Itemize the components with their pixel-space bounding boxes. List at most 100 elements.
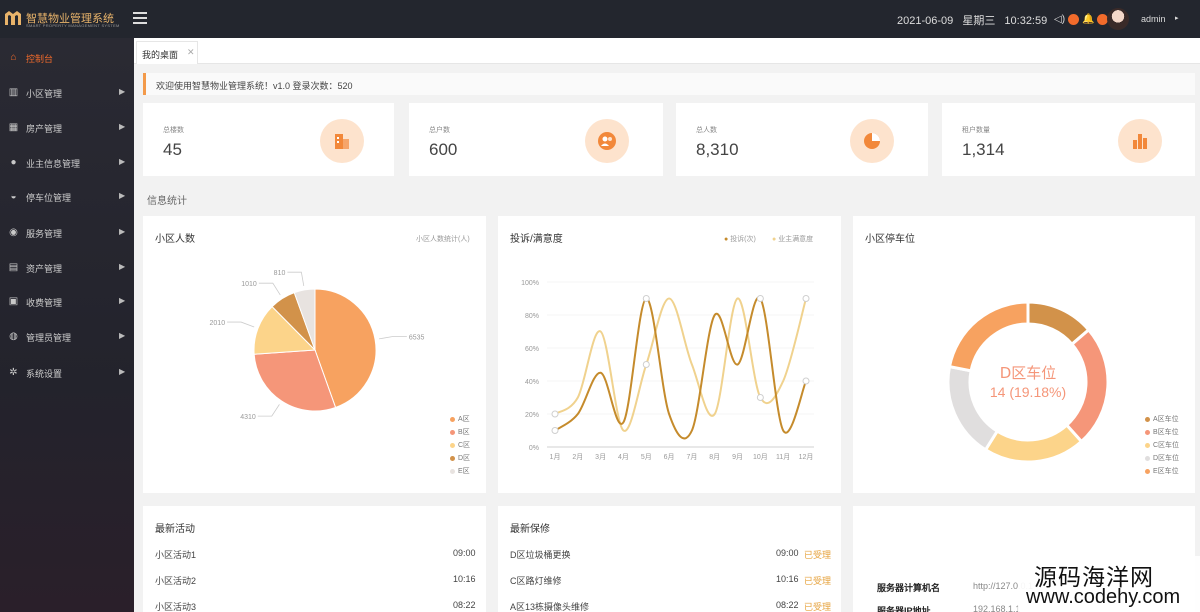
repairs-panel: 最新保修 D区垃圾桶更换 09:00 已受理 C区路灯维修 10:16 已受理 … (498, 506, 841, 612)
sidebar-item-service[interactable]: ◉ 服务管理 ▶ (0, 221, 134, 245)
legend-swatch (1145, 429, 1150, 435)
server-info-label: 服务器计算机名 (877, 583, 941, 593)
legend-label: B区车位 (1153, 429, 1179, 436)
repair-name[interactable]: A区13栋摄像头维修 (510, 600, 589, 612)
sidebar: ⌂ 控制台 ▥ 小区管理 ▶ ▦ 房产管理 ▶ ● 业主信息管理 ▶ ◒ 停车位… (0, 38, 134, 612)
legend-swatch (450, 442, 455, 448)
username[interactable]: admin (1141, 14, 1166, 24)
notification-badge[interactable] (1068, 13, 1080, 25)
legend-item[interactable]: C区 (450, 440, 470, 453)
stat-card-people: 总人数 8,310 (676, 103, 928, 176)
header-icons: ◁) 🔔 (1054, 11, 1109, 27)
donut-slice[interactable] (947, 300, 1030, 373)
y-tick-label: 100% (521, 280, 539, 287)
tab-label: 我的桌面 (142, 50, 179, 60)
donut-slice[interactable] (1064, 327, 1110, 444)
activity-name[interactable]: 小区活动3 (155, 600, 196, 612)
panel-title: 最新活动 (155, 524, 195, 535)
legend-item[interactable]: C区车位 (1145, 440, 1179, 453)
sidebar-item-owner[interactable]: ● 业主信息管理 ▶ (0, 151, 134, 175)
legend-item[interactable]: E区 (450, 466, 470, 479)
data-point[interactable] (756, 295, 764, 302)
sidebar-item-label: 系统设置 (26, 369, 63, 379)
pie-label-line (257, 404, 280, 417)
activity-time: 10:16 (453, 574, 476, 584)
x-tick-label: 2月 (572, 453, 583, 461)
legend-item[interactable]: B区 (450, 427, 470, 440)
watermark-url: www.codehy.com (1026, 586, 1181, 608)
legend-item[interactable]: E区车位 (1145, 466, 1179, 479)
x-tick-label: 3月 (595, 453, 606, 461)
activity-name[interactable]: 小区活动1 (155, 548, 196, 561)
chevron-right-icon: ▶ (119, 122, 126, 131)
pie-label-line (258, 282, 281, 296)
building-icon (320, 119, 364, 163)
legend-swatch (1145, 442, 1150, 448)
legend-item[interactable]: A区 (450, 414, 470, 427)
data-point[interactable] (551, 427, 559, 434)
sidebar-item-dashboard[interactable]: ⌂ 控制台 (0, 46, 134, 70)
tab-my-desktop[interactable]: 我的桌面 ✕ (136, 41, 198, 64)
close-icon[interactable]: ✕ (187, 47, 195, 58)
parking-donut-chart: D区车位 14 (19.18%) (946, 300, 1110, 464)
activity-name[interactable]: 小区活动2 (155, 574, 196, 587)
series-line[interactable] (554, 296, 807, 440)
asset-icon: ▤ (8, 262, 19, 273)
app-logo[interactable]: 智慧物业管理系统 SMART PROPERTY MANAGEMENT SYSTE… (4, 8, 134, 30)
avatar[interactable] (1107, 8, 1129, 30)
stat-card-households: 总户数 600 (409, 103, 663, 176)
legend-swatch (450, 455, 455, 461)
legend-item[interactable]: D区车位 (1145, 453, 1179, 466)
service-icon: ◉ (9, 227, 18, 238)
y-tick-label: 80% (525, 313, 539, 320)
sidebar-item-label: 收费管理 (26, 298, 63, 308)
repair-name[interactable]: D区垃圾桶更换 (510, 548, 571, 561)
data-point[interactable] (756, 394, 764, 401)
top-bar: 智慧物业管理系统 SMART PROPERTY MANAGEMENT SYSTE… (0, 0, 1200, 38)
x-tick-label: 6月 (664, 453, 675, 461)
sidebar-item-settings[interactable]: ✲ 系统设置 ▶ (0, 361, 134, 385)
legend-label: D区 (458, 455, 471, 462)
stat-value: 1,314 (962, 140, 1005, 159)
welcome-notice: 欢迎使用智慧物业管理系统！v1.0 登录次数：520 (143, 73, 1195, 95)
legend-item[interactable]: A区车位 (1145, 414, 1179, 427)
current-weekday: 星期三 (962, 15, 996, 27)
user-icon: ● (10, 157, 17, 168)
fee-icon: ▣ (8, 296, 19, 307)
donut-center-label: D区车位 (1000, 364, 1057, 382)
sidebar-item-community[interactable]: ▥ 小区管理 ▶ (0, 81, 134, 105)
current-date: 2021-06-09 (897, 15, 954, 27)
home-icon: ⌂ (10, 52, 17, 63)
bell-icon[interactable]: 🔔 (1082, 14, 1094, 25)
legend-swatch (450, 429, 455, 435)
activities-panel: 最新活动 小区活动1 09:00 小区活动2 10:16 小区活动3 08:22 (143, 506, 486, 612)
status-badge: 已受理 (804, 550, 832, 560)
caret-right-icon[interactable]: ▸ (1175, 14, 1179, 22)
stat-label: 租户数量 (962, 127, 990, 134)
x-tick-label: 1月 (550, 453, 561, 461)
data-point[interactable] (642, 295, 650, 302)
legend-item[interactable]: D区 (450, 453, 470, 466)
data-point[interactable] (642, 361, 650, 368)
donut-slice[interactable] (946, 364, 1000, 452)
sidebar-item-label: 业主信息管理 (26, 159, 81, 169)
sidebar-item-label: 小区管理 (26, 89, 63, 99)
sidebar-item-admin[interactable]: ◍ 管理员管理 ▶ (0, 325, 134, 349)
sidebar-item-property[interactable]: ▦ 房产管理 ▶ (0, 116, 134, 140)
data-point[interactable] (551, 410, 559, 418)
data-point[interactable] (802, 377, 810, 385)
sidebar-item-fee[interactable]: ▣ 收费管理 ▶ (0, 290, 134, 314)
repair-name[interactable]: C区路灯维修 (510, 574, 562, 587)
speaker-icon[interactable]: ◁) (1054, 14, 1065, 25)
donut-slice[interactable] (983, 423, 1084, 464)
sidebar-item-parking[interactable]: ◒ 停车位管理 ▶ (0, 185, 134, 209)
legend-item[interactable]: B区车位 (1145, 427, 1179, 440)
series-line[interactable] (554, 297, 807, 432)
pie-data-label: 6535 (409, 334, 425, 341)
sidebar-item-asset[interactable]: ▤ 资产管理 ▶ (0, 256, 134, 280)
pie-data-label: 1010 (241, 281, 257, 288)
legend-label: D区车位 (1153, 455, 1180, 462)
data-point[interactable] (802, 295, 810, 302)
bar-chart-icon (1118, 119, 1162, 163)
menu-toggle-icon[interactable] (133, 12, 147, 24)
